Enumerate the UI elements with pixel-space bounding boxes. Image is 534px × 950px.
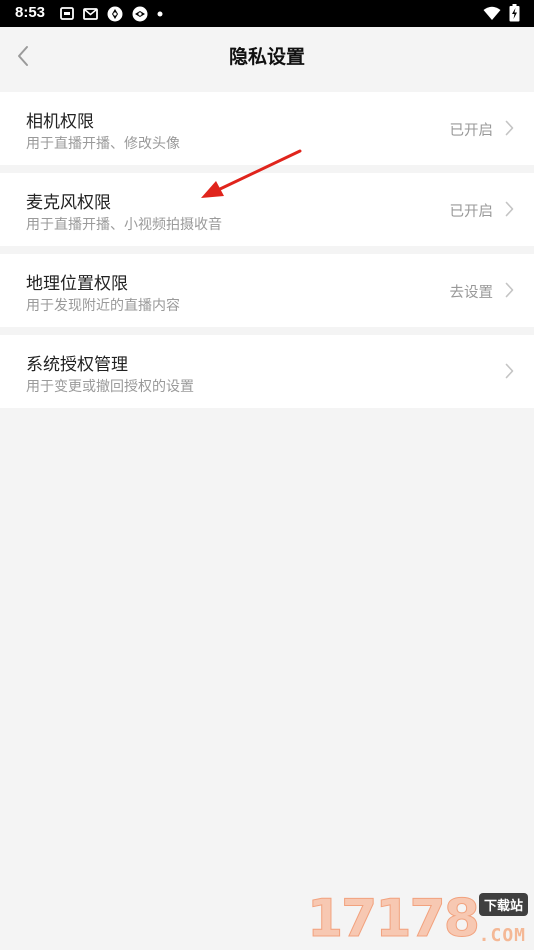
mail-notification-icon [83,7,98,20]
camera-permission-item[interactable]: 相机权限 用于直播开播、修改头像 已开启 [0,92,534,165]
item-title: 地理位置权限 [26,274,128,294]
settings-list: 相机权限 用于直播开播、修改头像 已开启 麦克风权限 用于直播开播、小视频拍摄收… [0,92,534,416]
more-notifications-dot [157,11,163,16]
title-bar: 隐私设置 [0,27,534,84]
photo-notification-icon [60,7,74,20]
watermark-digits: 17178 [307,889,481,949]
wifi-icon [483,6,501,20]
item-status: 已开启 [449,204,494,220]
system-authorization-item[interactable]: 系统授权管理 用于变更或撤回授权的设置 [0,335,534,408]
microphone-permission-item[interactable]: 麦克风权限 用于直播开播、小视频拍摄收音 已开启 [0,173,534,246]
app-notification-icon [132,6,148,21]
chevron-right-icon [505,120,514,136]
item-status: 已开启 [449,123,494,139]
item-subtitle: 用于直播开播、小视频拍摄收音 [26,217,222,233]
location-permission-item[interactable]: 地理位置权限 用于发现附近的直播内容 去设置 [0,254,534,327]
item-subtitle: 用于直播开播、修改头像 [26,136,180,152]
chevron-right-icon [505,201,514,217]
watermark-badge: 下载站 [478,893,528,916]
notification-icons [60,5,163,22]
watermark-logo: 17178 下载站 .COM [307,889,532,949]
battery-charging-icon [509,4,520,22]
app-notification-icon [107,6,123,21]
page-title: 隐私设置 [228,46,305,68]
item-title: 系统授权管理 [26,355,128,375]
watermark-domain: .COM [478,925,526,946]
status-bar: 8:53 [0,0,534,27]
item-title: 相机权限 [26,112,94,132]
chevron-right-icon [505,363,514,379]
item-subtitle: 用于发现附近的直播内容 [26,298,180,314]
chevron-right-icon [505,282,514,298]
item-status: 去设置 [449,285,494,301]
system-icons [483,4,520,22]
status-time: 8:53 [15,4,46,21]
item-subtitle: 用于变更或撤回授权的设置 [26,379,194,395]
item-title: 麦克风权限 [26,193,111,213]
